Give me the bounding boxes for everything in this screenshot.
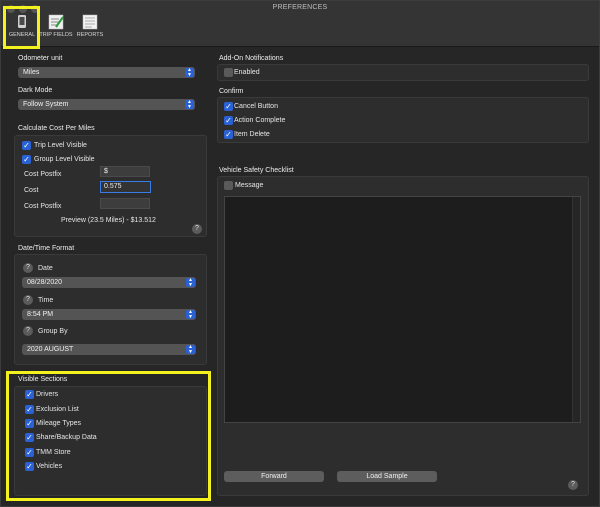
title-bar: PREFERENCES GENERAL TRIP FIELDS REPORTS [1,1,599,49]
confirm-title: Confirm [219,88,244,95]
time-value: 8:54 PM [27,311,54,318]
cost-field[interactable]: 0.575 [100,181,151,193]
dark-mode-value: Follow System [23,101,69,108]
chevron-updown-icon: ▲ ▼ [185,100,194,109]
text-area-scrollbar[interactable] [572,197,580,422]
cancel-button-checkbox[interactable]: ✓ [224,102,233,111]
cancel-button-label: Cancel Button [234,103,278,110]
trip-level-label: Trip Level Visible [34,142,87,149]
message-checkbox[interactable] [224,181,233,190]
cost-postfix2-field[interactable] [100,198,150,209]
load-sample-button[interactable]: Load Sample [337,471,437,482]
cost-label: Cost [24,187,39,194]
time-select[interactable]: 8:54 PM ▲ ▼ [22,309,196,320]
trip-level-checkbox[interactable]: ✓ [22,141,31,150]
help-icon[interactable]: ? [23,295,33,305]
odometer-title: Odometer unit [18,55,63,62]
datetime-title: Date/Time Format [18,245,75,252]
help-icon[interactable]: ? [568,480,578,490]
group-level-label: Group Level Visible [34,156,95,163]
cost-postfix-label: Cost Postfix [24,171,62,178]
dark-mode-select[interactable]: Follow System ▲ ▼ [18,99,195,110]
visible-sections-highlight-box [6,371,211,501]
cost-preview: Preview (23.5 Miles) - $13.512 [61,217,156,224]
chevron-updown-icon: ▲ ▼ [186,345,195,354]
group-level-checkbox[interactable]: ✓ [22,155,31,164]
toolbar-trip-fields-label: TRIP FIELDS [39,32,73,38]
date-label: Date [38,265,53,272]
checklist-title: Vehicle Safety Checklist [219,167,294,174]
preferences-window: PREFERENCES GENERAL TRIP FIELDS REPORTS … [0,0,600,507]
date-select[interactable]: 08/28/2020 ▲ ▼ [22,277,196,288]
cost-postfix-field[interactable]: $ [100,166,150,177]
chevron-updown-icon: ▲ ▼ [186,310,195,319]
toolbar-trip-fields[interactable]: TRIP FIELDS [39,13,73,45]
cost-panel: ✓ Trip Level Visible ✓ Group Level Visib… [14,135,207,237]
report-icon [82,14,98,30]
help-icon[interactable]: ? [192,224,202,234]
dark-mode-title: Dark Mode [18,87,53,94]
edit-form-icon [48,14,64,30]
toolbar-reports[interactable]: REPORTS [73,13,107,45]
item-delete-label: Item Delete [234,131,270,138]
odometer-select[interactable]: Miles ▲ ▼ [18,67,195,78]
toolbar-reports-label: REPORTS [76,32,104,38]
action-complete-checkbox[interactable]: ✓ [224,116,233,125]
checklist-text-area[interactable] [224,196,581,423]
group-by-label: Group By [38,328,68,335]
confirm-panel: ✓ Cancel Button ✓ Action Complete ✓ Item… [217,97,589,143]
enabled-checkbox[interactable] [224,68,233,77]
general-highlight-box [3,6,40,49]
addon-panel: Enabled [217,64,589,81]
help-icon[interactable]: ? [23,326,33,336]
group-by-value: 2020 AUGUST [27,346,74,353]
addon-title: Add-On Notifications [219,55,284,62]
item-delete-checkbox[interactable]: ✓ [224,130,233,139]
message-label: Message [235,182,264,189]
enabled-label: Enabled [234,69,260,76]
odometer-value: Miles [23,69,40,76]
datetime-panel: ? Date 08/28/2020 ▲ ▼ ? Time 8:54 PM ▲ ▼ ?… [14,254,207,365]
help-icon[interactable]: ? [23,263,33,273]
time-label: Time [38,297,54,304]
group-by-select[interactable]: 2020 AUGUST ▲ ▼ [22,344,196,355]
checklist-panel: Message Forward Load Sample ? [217,176,589,496]
forward-button[interactable]: Forward [224,471,324,482]
chevron-updown-icon: ▲ ▼ [185,68,194,77]
cost-title: Calculate Cost Per Miles [18,125,95,132]
action-complete-label: Action Complete [234,117,286,124]
window-title: PREFERENCES [272,4,328,11]
cost-postfix2-label: Cost Postfix [24,203,62,210]
chevron-updown-icon: ▲ ▼ [186,278,195,287]
date-value: 08/28/2020 [27,279,63,286]
